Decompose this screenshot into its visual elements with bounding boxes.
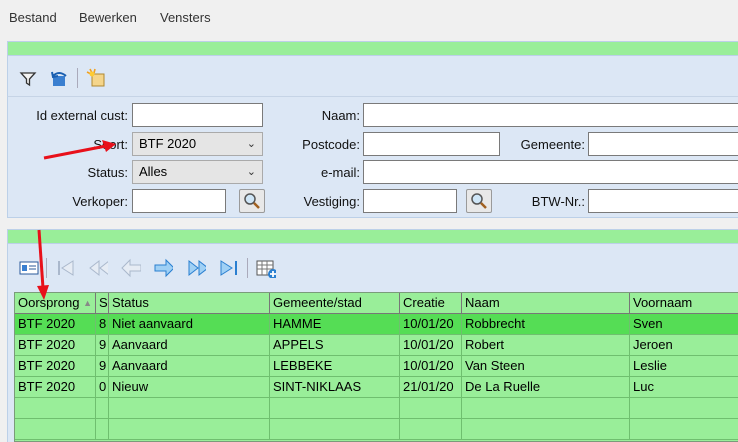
sort-ascending-icon: ▲ <box>83 298 92 308</box>
first-record-icon[interactable] <box>56 258 76 278</box>
status-select[interactable]: Alles ⌄ <box>132 160 263 184</box>
cell-s: 8 <box>96 314 109 335</box>
branch-input[interactable] <box>363 189 457 213</box>
toolbar-divider <box>46 258 47 278</box>
results-table: Oorsprong ▲ S Status Gemeente/stad Creat… <box>14 292 738 442</box>
municipality-label: Gemeente: <box>520 137 585 152</box>
cell-status: Niet aanvaard <box>109 314 270 335</box>
column-header-label: Oorsprong <box>18 295 80 310</box>
name-label: Naam: <box>321 108 360 123</box>
postcode-label: Postcode: <box>302 137 360 152</box>
column-header-created[interactable]: Creatie <box>400 293 462 314</box>
municipality-input[interactable] <box>588 132 738 156</box>
sort-label: Soort: <box>93 137 128 152</box>
cell-s: 0 <box>96 377 109 398</box>
seller-input[interactable] <box>132 189 226 213</box>
cell-municipality: SINT-NIKLAAS <box>270 377 400 398</box>
chevron-down-icon: ⌄ <box>246 138 256 150</box>
menu-file[interactable]: Bestand <box>9 10 57 25</box>
cell-origin: BTF 2020 <box>15 377 96 398</box>
menu-edit[interactable]: Bewerken <box>79 10 137 25</box>
column-header-municipality[interactable]: Gemeente/stad <box>270 293 400 314</box>
branch-search-button[interactable] <box>466 189 492 213</box>
magnifier-icon <box>471 193 487 209</box>
branch-label: Vestiging: <box>303 194 360 209</box>
table-row[interactable]: BTF 2020 8 Niet aanvaard HAMME 10/01/20 … <box>15 314 738 335</box>
cell-origin: BTF 2020 <box>15 335 96 356</box>
cell-origin: BTF 2020 <box>15 314 96 335</box>
email-label: e-mail: <box>320 165 360 180</box>
column-header-firstname[interactable]: Voornaam <box>630 293 738 314</box>
seller-search-button[interactable] <box>239 189 265 213</box>
table-header: Oorsprong ▲ S Status Gemeente/stad Creat… <box>15 293 738 314</box>
status-label: Status: <box>87 165 128 180</box>
next-page-icon[interactable] <box>186 258 206 278</box>
undo-icon[interactable] <box>50 70 70 88</box>
last-record-icon[interactable] <box>218 258 238 278</box>
toolbar-divider <box>247 258 248 278</box>
cell-created: 10/01/20 <box>400 335 462 356</box>
vat-input[interactable] <box>588 189 738 213</box>
empty-table-row <box>15 398 738 419</box>
cell-firstname: Leslie <box>633 358 667 373</box>
seller-label: Verkoper: <box>72 194 128 209</box>
postcode-input[interactable] <box>363 132 500 156</box>
vat-label: BTW-Nr.: <box>531 194 585 209</box>
results-panel-header <box>7 229 738 244</box>
id-external-label: Id external cust: <box>36 108 128 123</box>
status-select-value: Alles <box>139 164 168 179</box>
search-panel-header <box>7 41 738 56</box>
cell-name: Van Steen <box>462 356 630 377</box>
new-document-icon[interactable] <box>86 68 108 88</box>
cell-status: Aanvaard <box>109 335 270 356</box>
menu-windows[interactable]: Vensters <box>160 10 211 25</box>
column-header-origin[interactable]: Oorsprong ▲ <box>15 293 96 314</box>
cell-name: De La Ruelle <box>462 377 630 398</box>
empty-table-row <box>15 419 738 440</box>
cell-name: Robert <box>462 335 630 356</box>
next-record-icon[interactable] <box>153 258 173 278</box>
results-panel: Oorsprong ▲ S Status Gemeente/stad Creat… <box>7 244 738 442</box>
previous-page-icon[interactable] <box>88 258 108 278</box>
cell-status: Nieuw <box>109 377 270 398</box>
sort-select-value: BTF 2020 <box>139 136 197 151</box>
cell-firstname: Luc <box>633 379 654 394</box>
search-toolbar <box>7 56 738 96</box>
search-form: Id external cust: Naam: Soort: BTF 2020 … <box>7 96 738 218</box>
toolbar-divider <box>77 68 78 88</box>
cell-status: Aanvaard <box>109 356 270 377</box>
add-grid-row-icon[interactable] <box>256 258 276 278</box>
table-row[interactable]: BTF 2020 0 Nieuw SINT-NIKLAAS 21/01/20 D… <box>15 377 738 398</box>
column-header-status[interactable]: Status <box>109 293 270 314</box>
cell-s: 9 <box>96 356 109 377</box>
menu-bar: Bestand Bewerken Vensters <box>0 0 738 34</box>
cell-firstname: Sven <box>633 316 663 331</box>
sort-select[interactable]: BTF 2020 ⌄ <box>132 132 263 156</box>
cell-s: 9 <box>96 335 109 356</box>
name-input[interactable] <box>363 103 738 127</box>
previous-record-icon[interactable] <box>121 258 141 278</box>
cell-municipality: LEBBEKE <box>270 356 400 377</box>
column-header-s[interactable]: S <box>96 293 109 314</box>
filter-icon[interactable] <box>19 70 37 88</box>
cell-created: 21/01/20 <box>400 377 462 398</box>
cell-name: Robbrecht <box>462 314 630 335</box>
cell-firstname: Jeroen <box>633 337 673 352</box>
cell-created: 10/01/20 <box>400 314 462 335</box>
id-external-input[interactable] <box>132 103 263 127</box>
cell-municipality: HAMME <box>270 314 400 335</box>
column-header-name[interactable]: Naam <box>462 293 630 314</box>
chevron-down-icon: ⌄ <box>246 166 256 178</box>
table-row[interactable]: BTF 2020 9 Aanvaard APPELS 10/01/20 Robe… <box>15 335 738 356</box>
table-row[interactable]: BTF 2020 9 Aanvaard LEBBEKE 10/01/20 Van… <box>15 356 738 377</box>
cell-origin: BTF 2020 <box>15 356 96 377</box>
cell-created: 10/01/20 <box>400 356 462 377</box>
magnifier-icon <box>244 193 260 209</box>
record-navigator <box>8 244 738 290</box>
card-view-icon[interactable] <box>19 258 39 278</box>
email-input[interactable] <box>363 160 738 184</box>
cell-municipality: APPELS <box>270 335 400 356</box>
